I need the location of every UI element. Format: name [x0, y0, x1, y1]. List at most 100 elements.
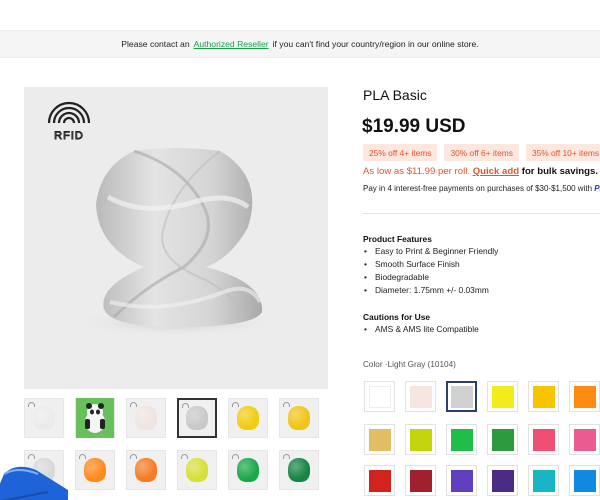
as-low-as-text: As low as $11.99 per roll. — [363, 166, 471, 177]
color-swatch[interactable] — [487, 424, 518, 455]
reseller-notice: Please contact an Authorized Reseller if… — [0, 30, 600, 58]
gallery-thumbnail[interactable] — [24, 398, 64, 438]
gallery-thumbnail[interactable] — [75, 398, 115, 438]
product-features-list: Easy to Print & Beginner Friendly Smooth… — [363, 245, 498, 297]
gallery-thumbnail[interactable] — [177, 398, 217, 438]
rfid-mini-icon — [79, 454, 86, 459]
feature-item: Biodegradable — [363, 271, 498, 284]
rfid-mini-icon — [130, 402, 137, 407]
rfid-mini-icon — [283, 402, 290, 407]
product-title: PLA Basic — [363, 87, 427, 103]
feature-item: Easy to Print & Beginner Friendly — [363, 245, 498, 258]
color-swatch[interactable] — [405, 381, 436, 412]
gallery-thumbnail[interactable] — [228, 398, 268, 438]
color-swatch[interactable] — [528, 381, 559, 412]
main-product-image[interactable]: RFID — [24, 87, 328, 389]
color-swatch[interactable] — [446, 381, 477, 412]
vase-image — [66, 148, 286, 337]
color-swatch[interactable] — [569, 424, 600, 455]
paypal-logo[interactable]: Pa — [594, 184, 600, 193]
rfid-mini-icon — [232, 402, 239, 407]
pay-in-text: Pay in 4 interest-free payments on purch… — [363, 184, 593, 193]
notice-text-after: if you can't find your country/region in… — [272, 39, 479, 49]
rfid-mini-icon — [283, 454, 290, 459]
rfid-mini-icon — [182, 403, 189, 408]
gallery-thumbnail[interactable] — [279, 398, 319, 438]
color-swatch[interactable] — [405, 424, 436, 455]
pay-in-four-line: Pay in 4 interest-free payments on purch… — [363, 184, 600, 193]
caution-item: AMS & AMS lite Compatible — [363, 323, 479, 336]
swatch-color-fill — [450, 385, 473, 408]
gallery-thumbnail[interactable] — [228, 450, 268, 490]
feature-item: Smooth Surface Finish — [363, 258, 498, 271]
swatch-color-fill — [368, 469, 391, 492]
color-swatch[interactable] — [487, 465, 518, 496]
gallery-thumbnail[interactable] — [126, 398, 166, 438]
swatch-color-fill — [450, 469, 473, 492]
vase-thumbnail-image — [33, 406, 55, 430]
swatch-color-fill — [532, 385, 555, 408]
color-swatch[interactable] — [569, 465, 600, 496]
discount-badges: 25% off 4+ items 30% off 6+ items 35% of… — [363, 144, 600, 161]
swatch-color-fill — [573, 428, 596, 451]
color-swatch[interactable] — [569, 381, 600, 412]
color-value: Light Gray (10104) — [387, 360, 456, 369]
vase-thumbnail-image — [135, 458, 157, 482]
color-swatch[interactable] — [528, 424, 559, 455]
gallery-thumbnail[interactable] — [75, 450, 115, 490]
swatch-color-fill — [532, 469, 555, 492]
discount-badge: 25% off 4+ items — [363, 144, 438, 161]
swatch-color-fill — [573, 469, 596, 492]
gallery-thumbnail[interactable] — [126, 450, 166, 490]
product-features-title: Product Features — [363, 234, 432, 244]
color-swatch[interactable] — [364, 381, 395, 412]
vase-thumbnail-image — [84, 458, 106, 482]
vase-thumbnail-image — [186, 458, 208, 482]
swatch-color-fill — [491, 428, 514, 451]
bulk-pricing-line: As low as $11.99 per roll. Quick add for… — [363, 166, 598, 177]
divider — [363, 213, 600, 214]
cautions-list: AMS & AMS lite Compatible — [363, 323, 479, 336]
color-swatch[interactable] — [528, 465, 559, 496]
vase-thumbnail-image — [186, 406, 208, 430]
cautions-title: Cautions for Use — [363, 312, 431, 322]
vase-thumbnail-image — [288, 458, 310, 482]
swatch-color-fill — [409, 469, 432, 492]
color-label: Color ·Light Gray (10104) — [363, 360, 456, 369]
top-strip — [0, 0, 600, 30]
swatch-color-fill — [573, 385, 596, 408]
rfid-mini-icon — [28, 402, 35, 407]
notice-text-before: Please contact an — [121, 39, 190, 49]
authorized-reseller-link[interactable]: Authorized Reseller — [194, 39, 269, 49]
vase-thumbnail-image — [288, 406, 310, 430]
color-swatch[interactable] — [364, 465, 395, 496]
feature-item: Diameter: 1.75mm +/- 0.03mm — [363, 284, 498, 297]
swatch-color-fill — [409, 385, 432, 408]
swatch-color-fill — [368, 385, 391, 408]
swatch-color-fill — [450, 428, 473, 451]
vase-thumbnail-image — [135, 406, 157, 430]
vase-thumbnail-image — [237, 458, 259, 482]
swatch-color-fill — [409, 428, 432, 451]
gallery-thumbnail[interactable] — [279, 450, 319, 490]
quick-add-link[interactable]: Quick add — [473, 166, 519, 177]
product-page: Please contact an Authorized Reseller if… — [0, 0, 600, 500]
color-swatch[interactable] — [405, 465, 436, 496]
rfid-mini-icon — [232, 454, 239, 459]
swatch-color-fill — [491, 469, 514, 492]
discount-badge: 30% off 6+ items — [444, 144, 519, 161]
swatch-color-fill — [491, 385, 514, 408]
discount-badge: 35% off 10+ items — [525, 144, 600, 161]
swatch-color-fill — [532, 428, 555, 451]
product-price: $19.99 USD — [362, 116, 466, 137]
color-swatch[interactable] — [446, 424, 477, 455]
gallery-thumbnail[interactable] — [177, 450, 217, 490]
bulk-savings-text: for bulk savings. — [521, 166, 598, 177]
color-swatch[interactable] — [364, 424, 395, 455]
color-swatch[interactable] — [487, 381, 518, 412]
swatch-color-fill — [368, 428, 391, 451]
rfid-mini-icon — [130, 454, 137, 459]
color-label-text: Color — [363, 360, 383, 369]
color-swatch[interactable] — [446, 465, 477, 496]
rfid-mini-icon — [181, 454, 188, 459]
